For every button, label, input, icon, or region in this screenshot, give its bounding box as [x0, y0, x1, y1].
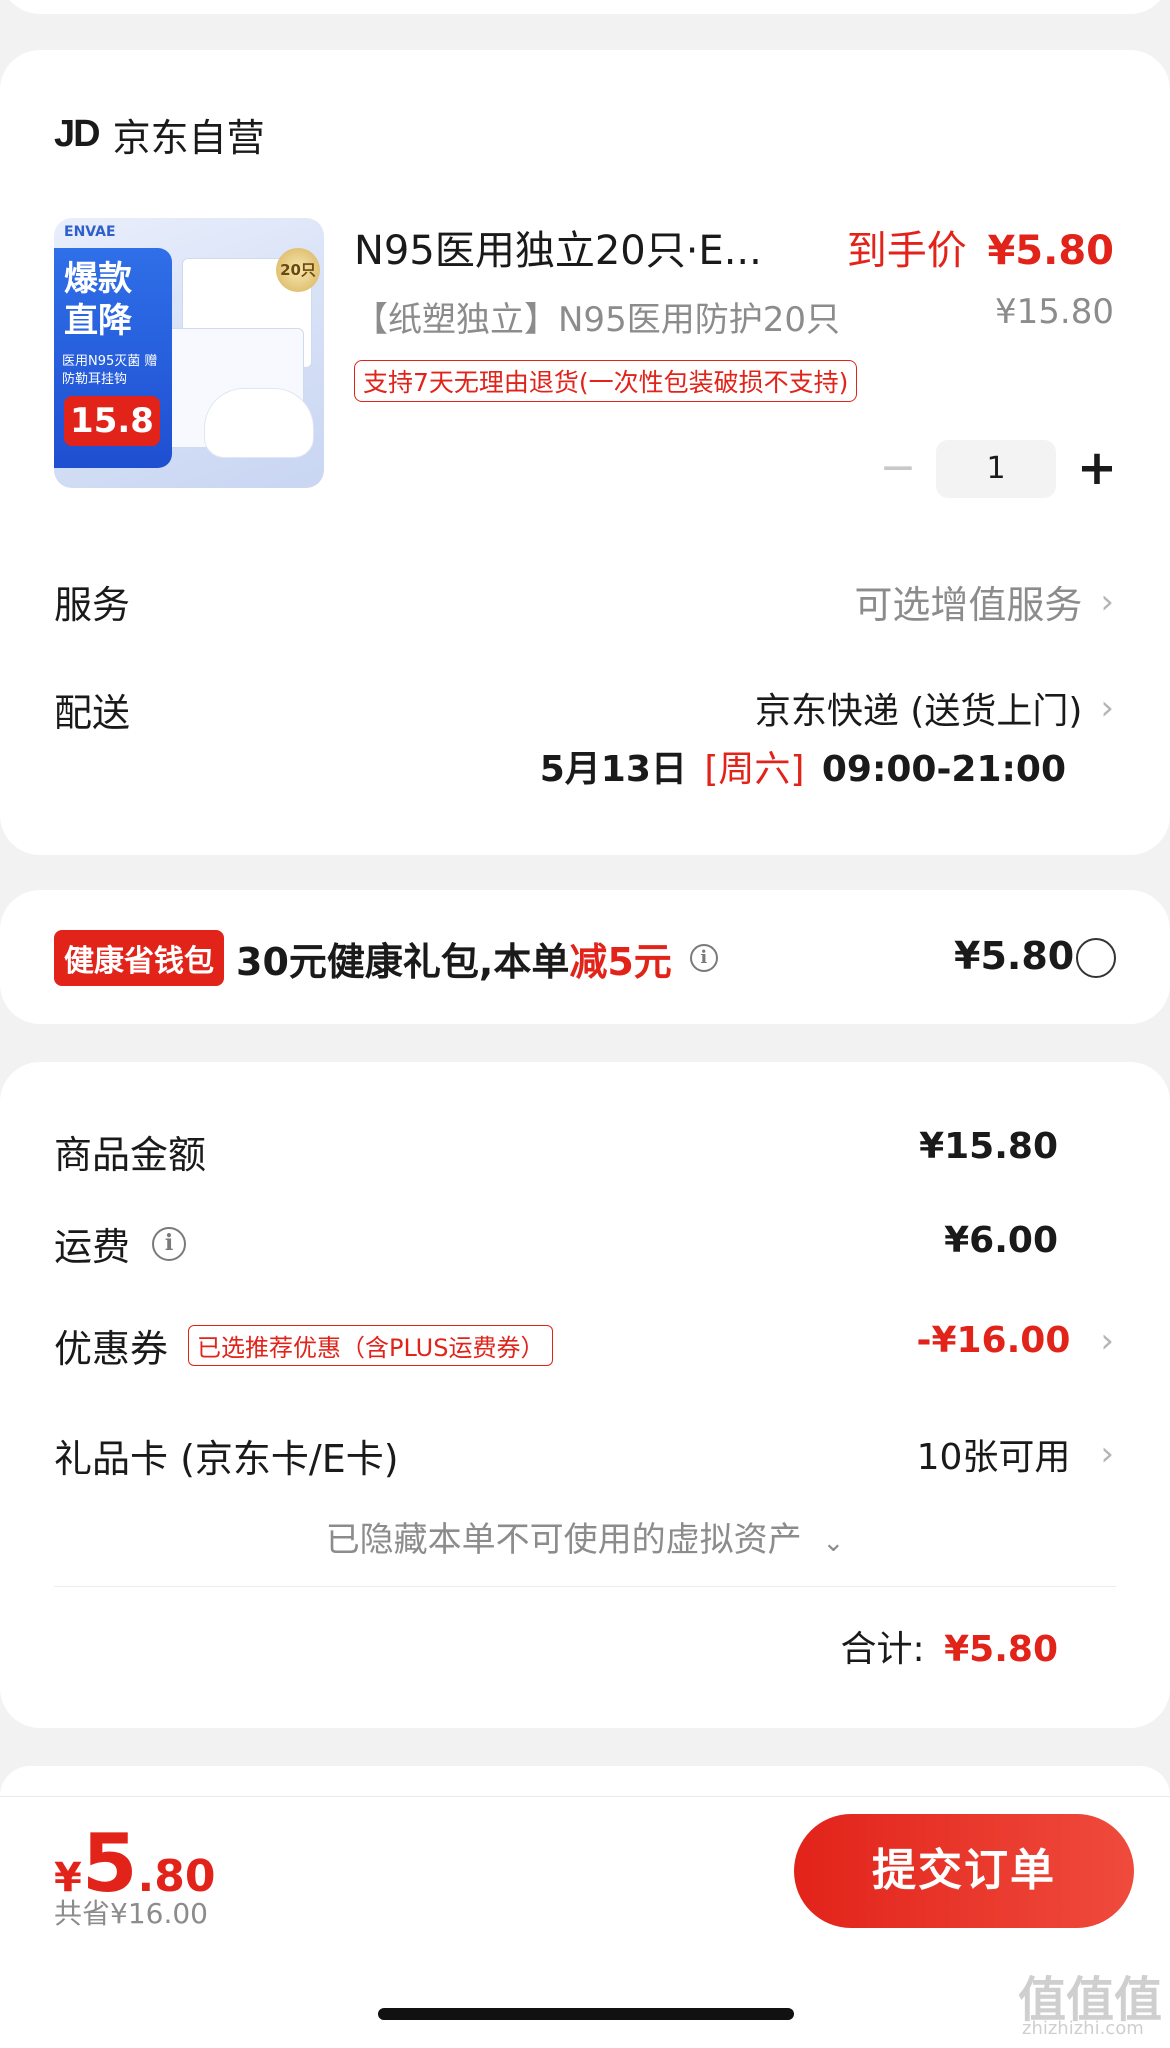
- quantity-input[interactable]: 1: [936, 440, 1056, 498]
- chevron-right-icon: ›: [1100, 581, 1114, 622]
- shipping-row: 运费 i: [54, 1216, 187, 1271]
- service-value: 可选增值服务: [854, 583, 1083, 627]
- coupon-value: -¥16.00: [916, 1320, 1071, 1361]
- store-header[interactable]: JD 京东自营: [54, 108, 265, 160]
- top-card-partial: [0, 0, 1170, 14]
- original-price: ¥15.80: [995, 292, 1114, 332]
- delivery-time: 5月13日 [周六] 09:00-21:00: [540, 740, 1066, 792]
- hidden-assets-text: 已隐藏本单不可使用的虚拟资产: [325, 1520, 802, 1560]
- goods-amount-value: ¥15.80: [919, 1126, 1058, 1167]
- quantity-increase-button[interactable]: +: [1072, 440, 1122, 496]
- product-title[interactable]: N95医用独立20只·E...: [354, 218, 814, 276]
- service-label: 服务: [54, 583, 131, 627]
- bottom-saved: 共省¥16.00: [54, 1897, 208, 1930]
- promo-headline: 爆款直降: [64, 259, 132, 341]
- giftcard-value: 10张可用: [916, 1437, 1071, 1478]
- health-text: 30元健康礼包,本单: [236, 939, 570, 984]
- chevron-down-icon: ⌄: [822, 1528, 845, 1558]
- delivery-date: 5月13日: [539, 749, 687, 790]
- jd-logo: JD: [54, 112, 101, 155]
- giftcard-row[interactable]: 10张可用 ›: [917, 1428, 1114, 1480]
- shipping-label: 运费: [54, 1225, 131, 1269]
- promo-banner: 爆款直降 医用N95灭菌 赠防勒耳挂钩 15.8: [54, 248, 172, 468]
- product-subtitle: 【纸塑独立】N95医用防护20只: [354, 300, 840, 340]
- chevron-right-icon: ›: [1100, 688, 1114, 728]
- delivery-method: 京东快递 (送货上门): [754, 691, 1083, 732]
- health-row[interactable]: 健康省钱包 30元健康礼包,本单 减5元 i: [54, 930, 718, 986]
- health-discount: 减5元: [569, 939, 672, 984]
- submit-order-button[interactable]: 提交订单: [794, 1814, 1134, 1928]
- count-badge: 20只: [276, 248, 320, 292]
- product-image[interactable]: ENVAE 20只 爆款直降 医用N95灭菌 赠防勒耳挂钩 15.8: [54, 218, 324, 488]
- coupon-label: 优惠券: [54, 1327, 169, 1371]
- health-price: ¥5.80: [954, 934, 1075, 978]
- chevron-right-icon: ›: [1100, 1320, 1114, 1361]
- coupon-row[interactable]: -¥16.00 ›: [917, 1320, 1114, 1361]
- health-tag: 健康省钱包: [54, 930, 224, 986]
- giftcard-label: 礼品卡 (京东卡/E卡): [54, 1437, 399, 1481]
- delivery-weekday: [周六]: [704, 749, 805, 790]
- total-value: ¥5.80: [944, 1629, 1058, 1670]
- coupon-row-left: 优惠券 已选推荐优惠（含PLUS运费券）: [54, 1318, 554, 1373]
- final-price: 到手价 ¥5.80: [847, 218, 1114, 276]
- quantity-decrease-button[interactable]: −: [878, 442, 918, 494]
- shipping-value: ¥6.00: [944, 1220, 1058, 1261]
- service-row[interactable]: 可选增值服务 ›: [854, 574, 1114, 629]
- final-price-value: ¥5.80: [987, 228, 1114, 274]
- info-icon[interactable]: i: [689, 944, 718, 972]
- mask-illustration: [204, 388, 314, 458]
- coupon-tag: 已选推荐优惠（含PLUS运费券）: [188, 1325, 554, 1366]
- watermark-site: zhizhizhi.com: [1022, 2018, 1144, 2039]
- product-brand: ENVAE: [64, 224, 116, 240]
- total-label: 合计:: [840, 1629, 925, 1670]
- health-select-radio[interactable]: [1076, 938, 1116, 978]
- final-price-label: 到手价: [846, 228, 967, 274]
- delivery-label: 配送: [54, 691, 131, 735]
- delivery-hours: 09:00-21:00: [821, 749, 1066, 790]
- total-row: 合计: ¥5.80: [841, 1620, 1058, 1672]
- delivery-row[interactable]: 京东快递 (送货上门) ›: [755, 682, 1114, 734]
- promo-text: 医用N95灭菌 赠防勒耳挂钩: [62, 354, 158, 387]
- store-name: 京东自营: [112, 115, 265, 160]
- return-policy-tag: 支持7天无理由退货(一次性包装破损不支持): [354, 360, 858, 402]
- chevron-right-icon: ›: [1100, 1434, 1114, 1474]
- hidden-assets-toggle[interactable]: 已隐藏本单不可使用的虚拟资产 ⌄: [0, 1512, 1170, 1561]
- home-indicator[interactable]: [378, 2008, 794, 2020]
- summary-divider: [54, 1586, 1116, 1587]
- promo-price: 15.8: [64, 396, 160, 446]
- goods-amount-label: 商品金额: [54, 1133, 207, 1177]
- info-icon[interactable]: i: [152, 1226, 187, 1261]
